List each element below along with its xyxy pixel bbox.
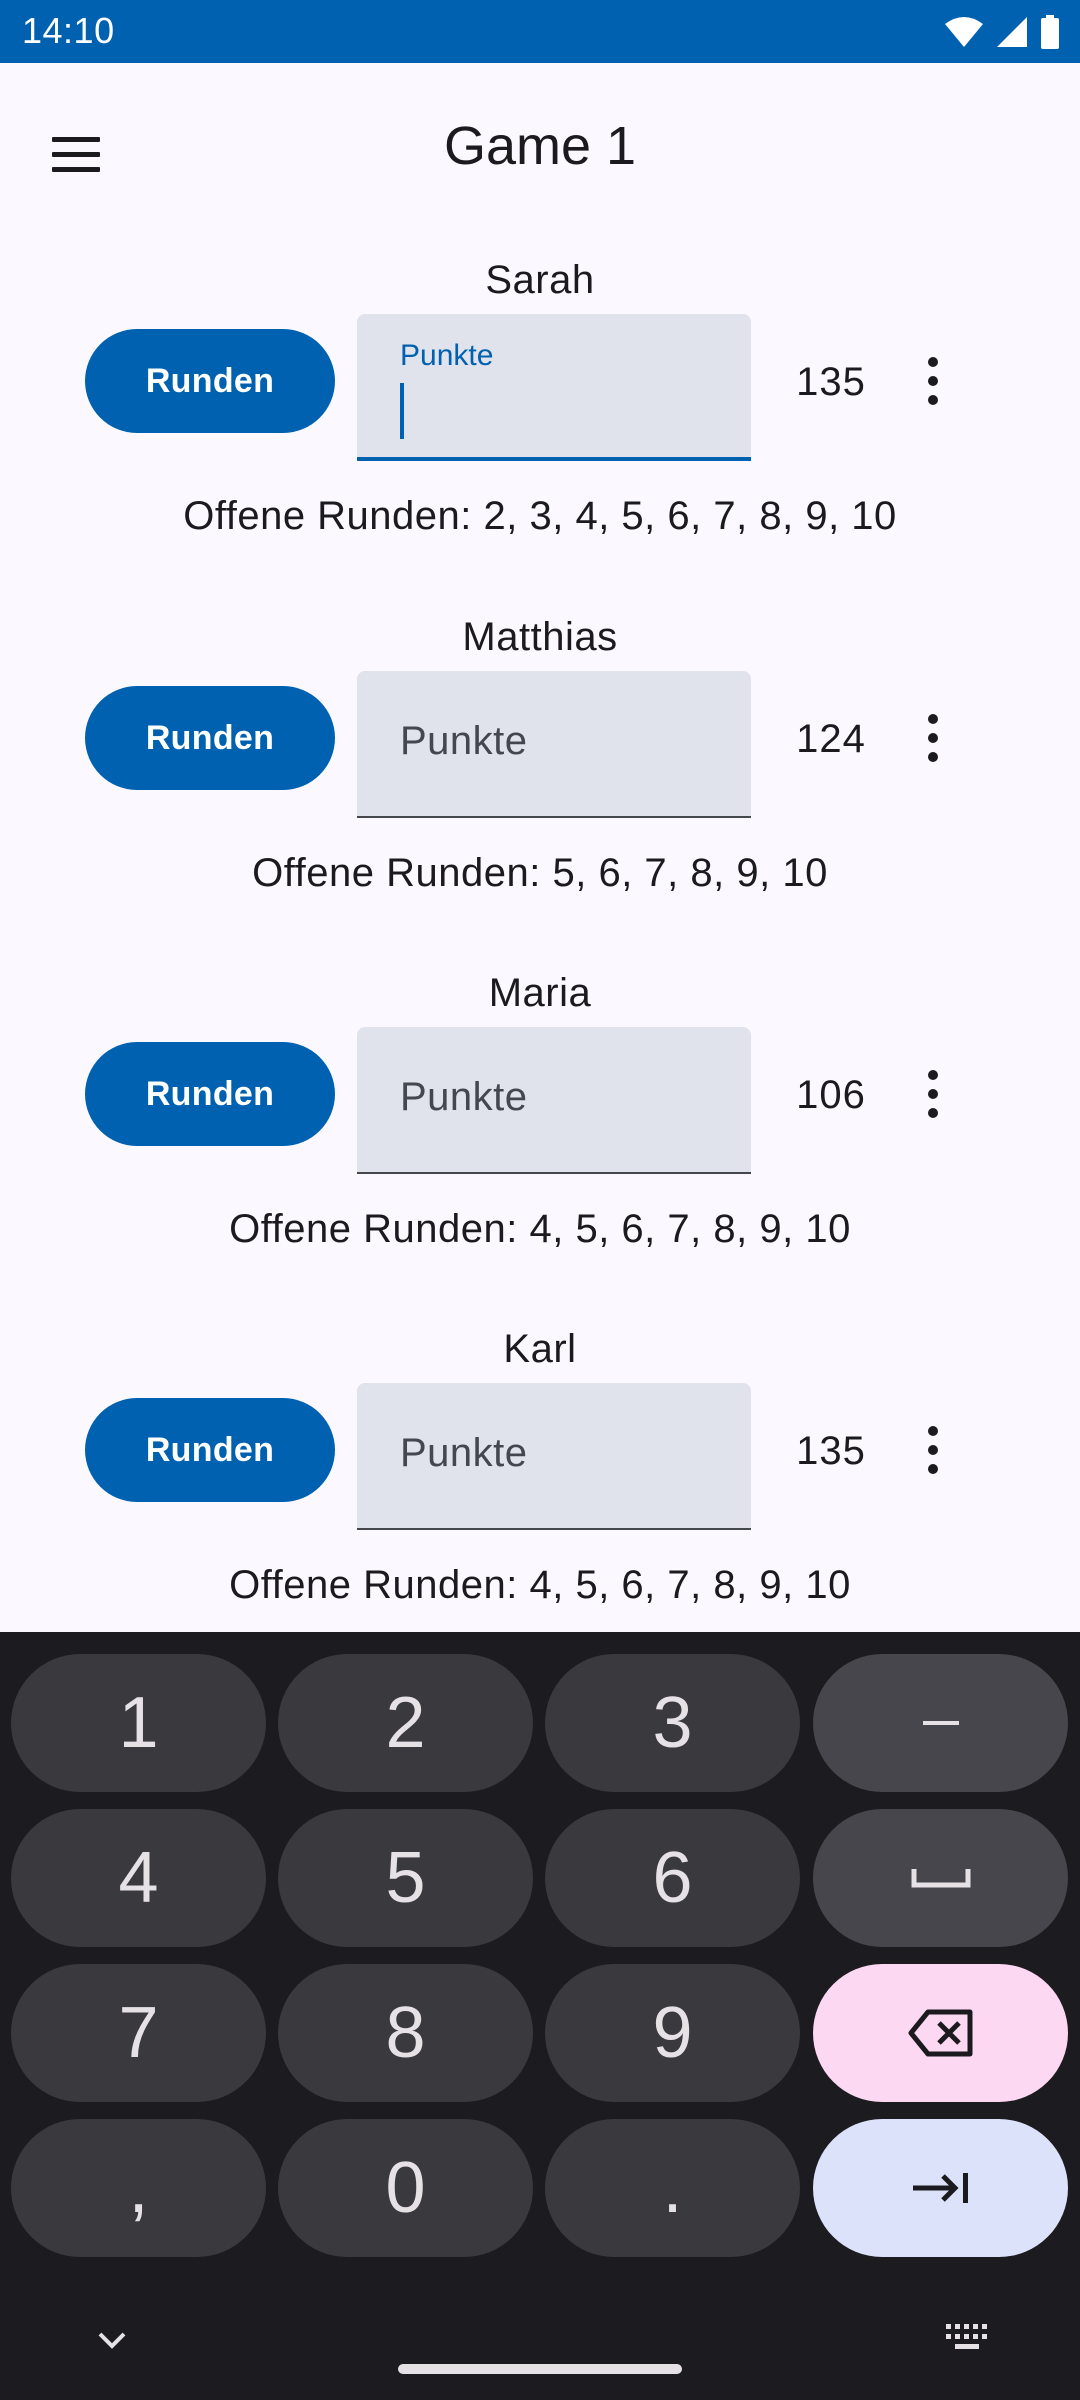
player-card-sarah: Sarah Runden Punkte 135 Offene Runden: 2… [0,258,1080,588]
more-vert-icon[interactable] [905,1063,961,1125]
points-input[interactable]: Punkte [357,314,751,461]
chevron-down-icon[interactable] [92,2320,132,2360]
key-3[interactable]: 3 [545,1654,800,1792]
backspace-icon [908,2009,972,2057]
open-rounds-text: Offene Runden: 4, 5, 6, 7, 8, 9, 10 [229,1207,851,1251]
status-icons [944,13,1060,51]
text-cursor [400,383,404,439]
keyboard-icon[interactable] [945,2322,991,2354]
points-input[interactable]: Punkte [357,671,751,818]
more-vert-icon[interactable] [905,1419,961,1481]
key-comma[interactable]: , [11,2119,266,2257]
player-score: 124 [796,717,866,761]
wifi-icon [945,17,983,47]
status-bar: 14:10 [0,0,1080,63]
player-name: Matthias [462,615,618,659]
key-4[interactable]: 4 [11,1809,266,1947]
player-score: 106 [796,1073,866,1117]
player-score: 135 [796,1429,866,1473]
open-rounds-text: Offene Runden: 5, 6, 7, 8, 9, 10 [252,851,828,895]
player-score: 135 [796,360,866,404]
rounds-button[interactable]: Runden [85,1042,335,1146]
tab-next-icon [912,2173,968,2203]
key-5[interactable]: 5 [278,1809,533,1947]
rounds-button[interactable]: Runden [85,1398,335,1502]
key-9[interactable]: 9 [545,1964,800,2102]
more-vert-icon[interactable] [905,350,961,412]
key-period[interactable]: . [545,2119,800,2257]
open-rounds-text: Offene Runden: 2, 3, 4, 5, 6, 7, 8, 9, 1… [183,494,897,538]
points-input[interactable]: Punkte [357,1383,751,1530]
player-name: Karl [503,1327,577,1371]
battery-icon [1041,15,1059,49]
points-floating-label: Punkte [400,339,494,372]
points-input[interactable]: Punkte [357,1027,751,1174]
app-bar: Game 1 [0,63,1080,233]
key-minus[interactable] [813,1654,1068,1792]
player-name: Maria [488,971,592,1015]
points-placeholder: Punkte [400,719,528,763]
key-0[interactable]: 0 [278,2119,533,2257]
key-8[interactable]: 8 [278,1964,533,2102]
key-7[interactable]: 7 [11,1964,266,2102]
space-bar-icon [911,1869,970,1888]
player-name: Sarah [485,258,595,302]
key-backspace[interactable] [813,1964,1068,2102]
points-placeholder: Punkte [400,1075,528,1119]
player-card-matthias: Matthias Runden Punkte 124 Offene Runden… [0,615,1080,945]
rounds-button[interactable]: Runden [85,329,335,433]
points-placeholder: Punkte [400,1431,528,1475]
key-6[interactable]: 6 [545,1809,800,1947]
more-vert-icon[interactable] [905,707,961,769]
key-1[interactable]: 1 [11,1654,266,1792]
home-indicator[interactable] [398,2364,682,2374]
cell-signal-icon [997,17,1027,47]
key-2[interactable]: 2 [278,1654,533,1792]
rounds-button[interactable]: Runden [85,686,335,790]
status-time: 14:10 [22,10,115,51]
key-space[interactable] [813,1809,1068,1947]
player-card-karl: Karl Runden Punkte 135 Offene Runden: 4,… [0,1327,1080,1657]
minus-icon [922,1721,959,1725]
numeric-keyboard: 1 2 3 4 5 6 7 8 9 , 0 . [0,1632,1080,2400]
open-rounds-text: Offene Runden: 4, 5, 6, 7, 8, 9, 10 [229,1563,851,1607]
player-card-maria: Maria Runden Punkte 106 Offene Runden: 4… [0,971,1080,1301]
page-title: Game 1 [443,116,637,176]
key-next[interactable] [813,2119,1068,2257]
